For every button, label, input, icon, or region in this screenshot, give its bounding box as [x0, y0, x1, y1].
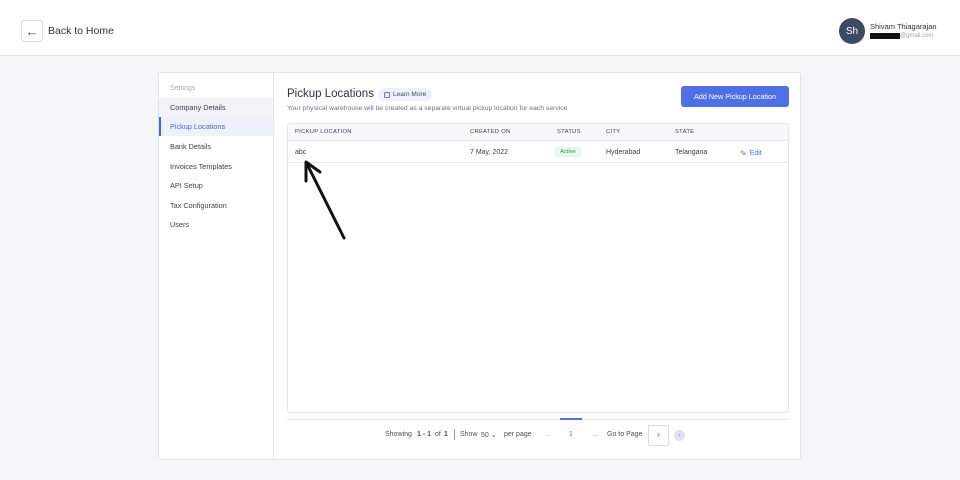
- go-to-page-input[interactable]: x: [648, 425, 669, 446]
- sidebar-item-api-setup[interactable]: API Setup: [159, 176, 273, 195]
- column-header-pickup-location: PICKUP LOCATION: [295, 129, 352, 135]
- pagination-divider: [287, 419, 789, 420]
- cell-city: Hyderabad: [606, 149, 641, 156]
- column-header-state: STATE: [675, 129, 695, 135]
- pagination: Showing 1 - 1 of 1 Show 50 ⌄ per page ← …: [287, 425, 789, 446]
- settings-panel: Settings Company Details Pickup Location…: [158, 72, 801, 460]
- top-bar: ← Back to Home Sh Shivam Thiagarajan @gm…: [0, 0, 960, 56]
- add-pickup-location-button[interactable]: Add New Pickup Location: [681, 86, 789, 107]
- show-label: Show: [460, 431, 478, 438]
- back-arrow-icon[interactable]: ←: [21, 20, 43, 42]
- pickup-locations-table: PICKUP LOCATION CREATED ON STATUS CITY S…: [287, 123, 789, 413]
- avatar[interactable]: Sh: [839, 18, 865, 44]
- next-page-arrow-icon[interactable]: →: [591, 430, 599, 439]
- back-to-home-link[interactable]: Back to Home: [48, 25, 114, 37]
- go-to-page-label: Go to Page: [607, 431, 643, 438]
- cell-state: Telangana: [675, 149, 708, 156]
- page-subtitle: Your physical warehouse will be created …: [287, 105, 568, 112]
- current-page-number[interactable]: 1: [569, 431, 573, 438]
- user-email: @gmail.com: [870, 33, 933, 39]
- sidebar-item-tax-configuration[interactable]: Tax Configuration: [159, 196, 273, 215]
- sidebar-item-users[interactable]: Users: [159, 215, 273, 234]
- pencil-icon: ✎: [740, 149, 747, 158]
- user-name: Shivam Thiagarajan: [870, 22, 937, 31]
- current-page-indicator: [560, 418, 582, 420]
- cell-pickup-location: abc: [295, 149, 307, 156]
- pagination-separator: [454, 429, 455, 440]
- go-arrow-icon[interactable]: ›: [674, 430, 685, 441]
- page-size-value: 50: [481, 432, 489, 439]
- user-email-suffix: @gmail.com: [900, 33, 934, 39]
- per-page-label: per page: [504, 431, 532, 438]
- sidebar-item-pickup-locations[interactable]: Pickup Locations: [159, 117, 273, 136]
- chevron-down-icon: ⌄: [490, 432, 497, 439]
- sidebar-item-invoices-templates[interactable]: Invoices Templates: [159, 157, 273, 176]
- page-size-select[interactable]: 50 ⌄: [481, 431, 497, 439]
- showing-label: Showing: [385, 431, 412, 438]
- learn-more-label: Learn More: [393, 91, 427, 98]
- table-row: abc 7 May, 2022 Active Hyderabad Telanga…: [288, 142, 788, 163]
- settings-sidebar: Settings Company Details Pickup Location…: [159, 73, 274, 459]
- edit-button[interactable]: ✎ Edit: [740, 149, 762, 158]
- column-header-status: STATUS: [557, 129, 581, 135]
- column-header-created-on: CREATED ON: [470, 129, 511, 135]
- column-header-city: CITY: [606, 129, 621, 135]
- sidebar-item-company-details[interactable]: Company Details: [159, 98, 273, 117]
- main-content: Pickup Locations Learn More Your physica…: [287, 73, 789, 459]
- total-count: 1: [444, 431, 448, 438]
- sidebar-heading: Settings: [170, 85, 196, 92]
- cell-created-on: 7 May, 2022: [470, 149, 509, 156]
- status-badge: Active: [555, 147, 581, 157]
- page-title: Pickup Locations: [287, 88, 374, 100]
- previous-page-arrow-icon[interactable]: ←: [544, 430, 552, 439]
- table-header: PICKUP LOCATION CREATED ON STATUS CITY S…: [288, 124, 788, 141]
- book-icon: [384, 91, 390, 98]
- showing-range: 1 - 1: [417, 431, 432, 438]
- learn-more-button[interactable]: Learn More: [378, 88, 433, 101]
- sidebar-item-bank-details[interactable]: Bank Details: [159, 137, 273, 156]
- redacted-email-block: [870, 33, 900, 39]
- of-label: of: [435, 431, 441, 438]
- edit-label: Edit: [749, 150, 762, 157]
